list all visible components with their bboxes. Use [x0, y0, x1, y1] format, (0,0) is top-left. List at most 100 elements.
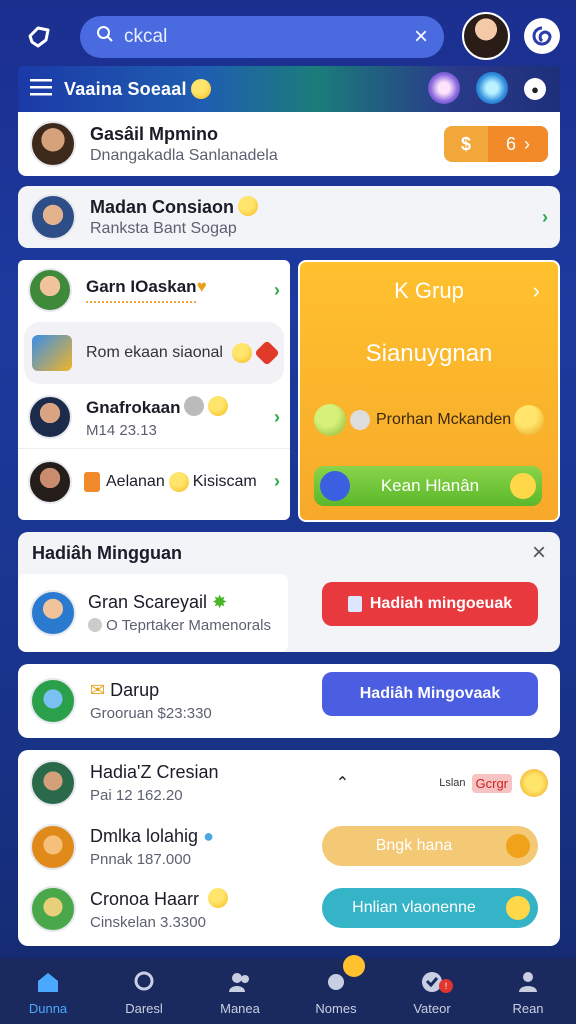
group-card[interactable]: K Grup › Sianuygnan Prorhan Mckanden Kea… [298, 260, 560, 522]
orb-icon[interactable] [428, 72, 460, 104]
nav-label: Manea [220, 1001, 260, 1016]
friend-status: Ranksta Bant Sogap [90, 220, 237, 237]
emoji-icon [208, 887, 229, 908]
chevron-right-icon[interactable]: › [274, 471, 280, 492]
chevron-up-icon[interactable]: ⌃ [336, 773, 349, 793]
list-item-name: Garn IOaskan♥ [86, 277, 207, 296]
list-item[interactable]: Hadia'Z Cresian Pai 12 162.20 ⌃ Lslan Gc… [18, 750, 560, 816]
avatar [28, 459, 72, 504]
list-item-name: Aelanan [106, 472, 165, 490]
avatar [28, 395, 72, 439]
weekly-reward-button[interactable]: Hadiâh Mingovaak [322, 672, 538, 716]
close-icon[interactable]: × [532, 539, 546, 567]
avatar [30, 194, 76, 240]
avatar [30, 590, 76, 636]
list-item-extra: Lslan [439, 777, 466, 789]
coin-icon [510, 473, 536, 499]
friend-card[interactable]: Gasâil Mpmino Dnangakadla Sanlanadela $ … [18, 112, 560, 176]
coin-icon: $ [460, 133, 471, 154]
orb-icon[interactable] [476, 72, 508, 104]
sparkle-icon: ✸ [212, 592, 228, 612]
list-item-name: Rom ekaan siaonal [86, 344, 223, 361]
friend-action-button[interactable]: $ 6 › [444, 126, 548, 162]
emoji-icon [232, 343, 252, 363]
claim-reward-button[interactable]: Hadiah mingoeuak [322, 582, 538, 626]
send-icon [320, 471, 350, 501]
chevron-right-icon: › [524, 133, 530, 154]
chevron-right-icon[interactable]: › [274, 280, 280, 301]
gem-icon [254, 340, 280, 366]
list-item-status: M14 23.13 [86, 421, 157, 439]
menu-icon[interactable] [30, 78, 52, 101]
friend-name: Madan Consiaon [90, 196, 542, 218]
section-title: Hadiâh Mingguan [32, 542, 182, 563]
avatar [30, 824, 76, 870]
list-item[interactable]: Aelanan Kisiscam › [18, 448, 290, 514]
top-bar: ckcal × [0, 0, 576, 70]
reward-desc: Grooruan $23:330 [90, 705, 212, 722]
emoji-icon [350, 410, 370, 430]
reward-desc: O Teprtaker Mamenorals [88, 617, 271, 634]
reward-tag: Gcrgr [471, 773, 512, 793]
coin-icon [506, 834, 530, 858]
nav-label: Dunna [28, 1001, 68, 1016]
avatar [30, 678, 76, 724]
list-item[interactable]: Gnafrokaan M14 23.13 › [18, 386, 290, 448]
nav-item-coins[interactable]: Nomes [291, 955, 381, 1016]
weekly-reward-button-label: Hadiâh Mingovaak [359, 685, 501, 702]
friend-name: Gasâil Mpmino [90, 123, 219, 144]
list-item-status: Pai 12 162.20 [90, 787, 183, 804]
avatar [30, 886, 76, 932]
swirl-icon[interactable] [524, 18, 560, 54]
avatar [28, 268, 72, 312]
list-item[interactable]: Rom ekaan siaonal [24, 322, 284, 384]
nav-item-profile[interactable]: Rean [483, 969, 573, 1016]
nav-item-favorite[interactable]: ! Vateor [387, 969, 477, 1016]
trophy-icon [520, 769, 548, 797]
info-icon: ● [203, 826, 214, 846]
trophy-icon [514, 405, 544, 435]
nav-item-search[interactable]: Daresl [99, 969, 189, 1016]
join-group-button-label: Kean Hlanân [380, 476, 480, 495]
bottom-nav: Dunna Daresl Manea Nomes ! Vateor Rean [0, 955, 576, 1024]
search-bar[interactable]: ckcal × [80, 16, 444, 58]
count-badge: 6 [505, 133, 516, 154]
reward-claim-button[interactable]: Hnlian vlaonenne [322, 888, 538, 928]
join-group-button[interactable]: Kean Hlanân [314, 466, 542, 506]
coin-badge-icon [343, 955, 365, 977]
search-input[interactable]: ckcal [124, 26, 414, 48]
card-icon [347, 596, 362, 612]
nav-label: Vateor [413, 1001, 451, 1016]
friend-status: Dnangakadla Sanlanadela [90, 146, 278, 164]
group-title: K Grup [394, 278, 464, 303]
chevron-right-icon[interactable]: › [533, 278, 540, 304]
gamepad-icon[interactable]: ● [524, 78, 546, 100]
chevron-right-icon[interactable]: › [274, 407, 280, 428]
clear-icon[interactable]: × [414, 23, 428, 51]
claim-reward-button-label: Hadiah mingoeuak [369, 595, 513, 612]
list-item[interactable]: Garn IOaskan♥ › [18, 260, 290, 320]
promo-text: Prorhan Mckanden [376, 411, 512, 428]
bank-button[interactable]: Bngk hana [322, 826, 538, 866]
app-logo-icon[interactable] [22, 20, 56, 54]
search-chat-icon [131, 969, 157, 995]
coin-icon [88, 618, 102, 632]
list-item-name: Hadia'Z Cresian [90, 762, 219, 782]
group-subtitle: Sianuygnan [365, 340, 493, 367]
nav-item-friends[interactable]: Manea [195, 969, 285, 1016]
reward-row[interactable]: Gran Scareyail ✸ O Teprtaker Mamenorals [18, 574, 288, 652]
friend-card[interactable]: Madan Consiaon Ranksta Bant Sogap › [18, 186, 560, 248]
emoji-icon [168, 471, 189, 492]
mascot-icon [314, 404, 346, 436]
chevron-right-icon[interactable]: › [542, 207, 548, 228]
map-icon [32, 335, 72, 371]
smile-emoji-icon [190, 79, 211, 99]
bank-button-label: Bngk hana [375, 837, 453, 854]
emoji-icon [184, 395, 205, 416]
nav-item-home[interactable]: Dunna [3, 969, 93, 1016]
reward-name: ✉ Darup [90, 680, 160, 700]
user-avatar[interactable] [462, 12, 510, 60]
avatar [30, 760, 76, 806]
coin-icon [506, 896, 530, 920]
pin-icon: ♥ [196, 277, 207, 296]
